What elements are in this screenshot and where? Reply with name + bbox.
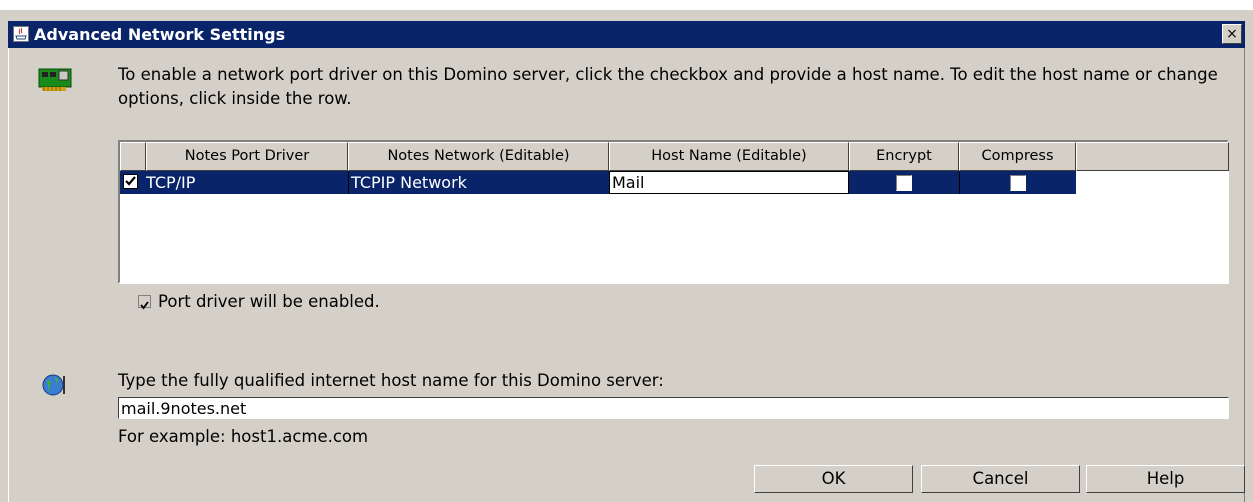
close-button[interactable]: × xyxy=(1222,24,1242,44)
port-enabled-label: Port driver will be enabled. xyxy=(158,292,380,311)
checkmark-icon xyxy=(140,301,149,310)
close-icon: × xyxy=(1226,26,1238,42)
encrypt-checkbox[interactable] xyxy=(896,175,912,191)
header-port-driver[interactable]: Notes Port Driver xyxy=(146,142,348,171)
table-row[interactable]: TCP/IP TCPIP Network Mail xyxy=(120,171,1076,194)
table-header: Notes Port Driver Notes Network (Editabl… xyxy=(120,142,1229,171)
cell-host-name-editor[interactable]: Mail xyxy=(609,171,849,194)
fqdn-label: Type the fully qualified internet host n… xyxy=(118,371,664,390)
window-title: Advanced Network Settings xyxy=(34,25,286,44)
cancel-button[interactable]: Cancel xyxy=(921,465,1080,493)
row-divider xyxy=(348,171,349,194)
fqdn-input[interactable] xyxy=(118,397,1229,419)
row-divider xyxy=(959,171,960,194)
compress-checkbox[interactable] xyxy=(1010,175,1026,191)
checkmark-icon xyxy=(125,176,136,186)
title-bar[interactable]: Advanced Network Settings × xyxy=(8,21,1245,48)
host-name-value: Mail xyxy=(612,173,645,192)
header-host-name[interactable]: Host Name (Editable) xyxy=(609,142,849,171)
header-encrypt[interactable]: Encrypt xyxy=(849,142,959,171)
java-app-icon xyxy=(13,26,29,42)
port-enabled-checkbox[interactable] xyxy=(138,295,151,310)
background-window-strip xyxy=(0,0,1253,10)
cell-notes-network[interactable]: TCPIP Network xyxy=(351,171,467,194)
header-checkbox-col[interactable] xyxy=(120,142,146,171)
network-card-icon xyxy=(38,66,74,94)
help-button[interactable]: Help xyxy=(1086,465,1245,493)
ok-button[interactable]: OK xyxy=(754,465,913,493)
fqdn-example: For example: host1.acme.com xyxy=(118,427,369,446)
globe-icon xyxy=(42,372,68,398)
instructions-text: To enable a network port driver on this … xyxy=(118,65,1218,108)
port-driver-table[interactable]: Notes Port Driver Notes Network (Editabl… xyxy=(118,140,1229,284)
row-enable-checkbox[interactable] xyxy=(123,174,138,189)
header-compress[interactable]: Compress xyxy=(959,142,1076,171)
header-notes-network[interactable]: Notes Network (Editable) xyxy=(348,142,609,171)
header-filler xyxy=(1076,142,1229,171)
cell-port-driver: TCP/IP xyxy=(146,173,196,192)
